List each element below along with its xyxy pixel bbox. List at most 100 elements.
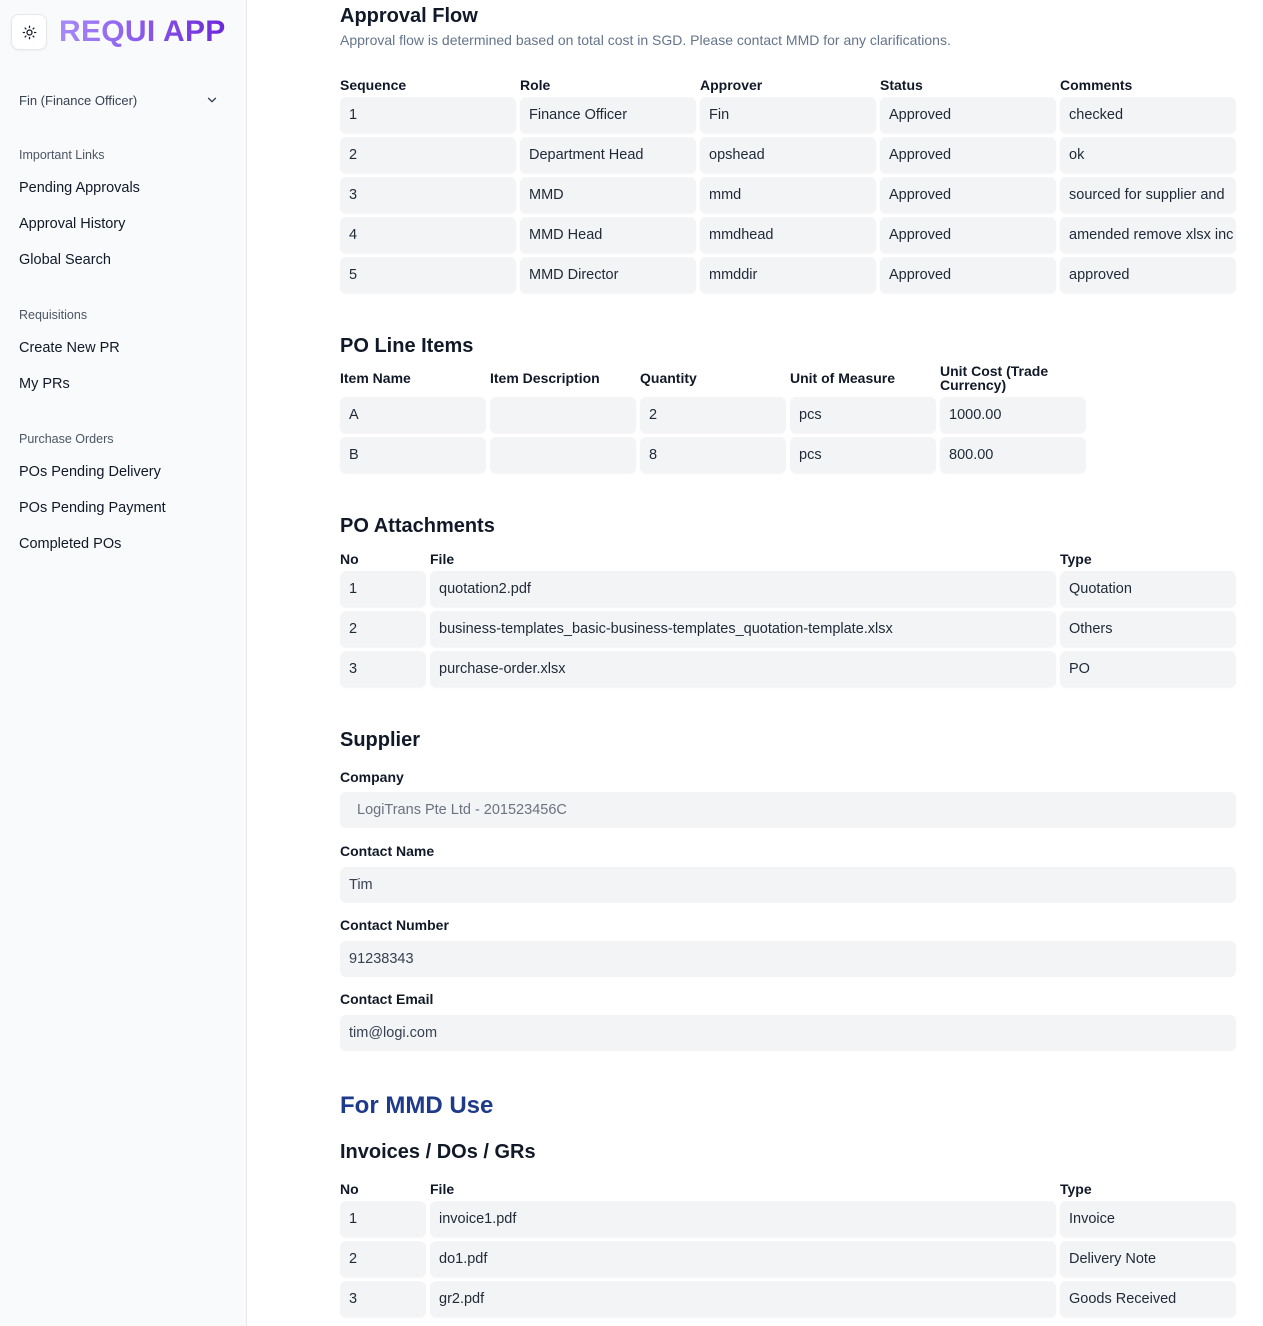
attachment-no-cell: 1 [340, 571, 426, 607]
nav-item-pos-pending-delivery[interactable]: POs Pending Delivery [19, 464, 161, 480]
approval-flow-title: Approval Flow [340, 5, 478, 27]
po-line-items-title: PO Line Items [340, 335, 474, 357]
item-description-cell [490, 437, 636, 473]
attachment-file-link[interactable]: business-templates_basic-business-templa… [430, 611, 1056, 647]
document-type-cell: Delivery Note [1060, 1241, 1236, 1277]
document-file-link[interactable]: invoice1.pdf [430, 1201, 1056, 1237]
nav-heading-purchase-orders: Purchase Orders [19, 432, 114, 446]
nav-item-completed-pos[interactable]: Completed POs [19, 536, 121, 552]
approval-approver-cell: mmddir [700, 257, 876, 293]
col-approver: Approver [700, 77, 763, 93]
col-comments: Comments [1060, 77, 1133, 93]
approval-status-cell: Approved [880, 257, 1056, 293]
sun-icon [22, 25, 36, 39]
col-item-name: Item Name [340, 370, 411, 386]
col-status: Status [880, 77, 923, 93]
approval-comment-cell: amended remove xlsx inc [1060, 217, 1236, 253]
approval-status-cell: Approved [880, 137, 1056, 173]
attachment-file-link[interactable]: quotation2.pdf [430, 571, 1056, 607]
col-quantity: Quantity [640, 370, 697, 386]
attachment-file-link[interactable]: purchase-order.xlsx [430, 651, 1056, 687]
approval-comment-cell: ok [1060, 137, 1236, 173]
approval-sequence-cell: 1 [340, 97, 516, 133]
invoices-dos-grs-title: Invoices / DOs / GRs [340, 1141, 536, 1163]
supplier-title: Supplier [340, 729, 421, 751]
user-role-label: Fin (Finance Officer) [19, 92, 138, 108]
user-role-select[interactable]: Fin (Finance Officer) [19, 90, 219, 110]
company-label: Company [340, 769, 404, 785]
nav-heading-requisitions: Requisitions [19, 308, 88, 322]
approval-sequence-cell: 3 [340, 177, 516, 213]
approval-status-cell: Approved [880, 217, 1056, 253]
attachment-no-cell: 2 [340, 611, 426, 647]
item-unit-cost-cell: 800.00 [940, 437, 1086, 473]
approval-comment-cell: sourced for supplier and [1060, 177, 1236, 213]
item-unit-cost-cell: 1000.00 [940, 397, 1086, 433]
item-name-cell: B [340, 437, 486, 473]
chevron-down-icon [207, 97, 217, 103]
brand: REQUI APP [11, 14, 226, 50]
approval-sequence-cell: 5 [340, 257, 516, 293]
contact-email-label: Contact Email [340, 991, 434, 1007]
document-file-link[interactable]: gr2.pdf [430, 1281, 1056, 1317]
approval-role-cell: MMD [520, 177, 696, 213]
company-select[interactable]: LogiTrans Pte Ltd - 201523456C [340, 792, 1236, 828]
col-role: Role [520, 77, 551, 93]
attachment-type-cell: Quotation [1060, 571, 1236, 607]
document-type-cell: Invoice [1060, 1201, 1236, 1237]
approval-flow-subtitle: Approval flow is determined based on tot… [340, 32, 951, 48]
col-no: No [340, 1181, 359, 1197]
item-description-cell [490, 397, 636, 433]
approval-role-cell: MMD Director [520, 257, 696, 293]
approval-comment-cell: approved [1060, 257, 1236, 293]
contact-email-field[interactable]: tim@logi.com [340, 1015, 1236, 1051]
nav-item-create-new-pr[interactable]: Create New PR [19, 340, 120, 356]
document-type-cell: Goods Received [1060, 1281, 1236, 1317]
contact-name-field[interactable]: Tim [340, 867, 1236, 903]
app-title: REQUI APP [59, 15, 226, 48]
nav-item-my-prs[interactable]: My PRs [19, 376, 70, 392]
for-mmd-use-title: For MMD Use [340, 1092, 494, 1119]
col-item-description: Item Description [490, 370, 600, 386]
col-no: No [340, 551, 359, 567]
document-no-cell: 2 [340, 1241, 426, 1277]
contact-number-label: Contact Number [340, 917, 449, 933]
approval-approver-cell: mmdhead [700, 217, 876, 253]
nav-heading-important: Important Links [19, 148, 105, 162]
col-unit-cost: Unit Cost (Trade Currency) [940, 363, 1049, 393]
approval-status-cell: Approved [880, 97, 1056, 133]
approval-status-cell: Approved [880, 177, 1056, 213]
document-file-link[interactable]: do1.pdf [430, 1241, 1056, 1277]
nav-item-pending-approvals[interactable]: Pending Approvals [19, 180, 140, 196]
item-quantity-cell: 2 [640, 397, 786, 433]
item-quantity-cell: 8 [640, 437, 786, 473]
nav-item-approval-history[interactable]: Approval History [19, 216, 125, 232]
contact-number-field[interactable]: 91238343 [340, 941, 1236, 977]
item-uom-cell: pcs [790, 437, 936, 473]
nav-item-pos-pending-payment[interactable]: POs Pending Payment [19, 500, 166, 516]
item-name-cell: A [340, 397, 486, 433]
approval-approver-cell: Fin [700, 97, 876, 133]
attachment-type-cell: Others [1060, 611, 1236, 647]
attachment-no-cell: 3 [340, 651, 426, 687]
item-uom-cell: pcs [790, 397, 936, 433]
contact-name-label: Contact Name [340, 843, 435, 859]
col-file: File [430, 1181, 455, 1197]
theme-toggle-button[interactable] [11, 14, 47, 50]
approval-role-cell: Finance Officer [520, 97, 696, 133]
approval-comment-cell: checked [1060, 97, 1236, 133]
document-no-cell: 1 [340, 1201, 426, 1237]
approval-approver-cell: mmd [700, 177, 876, 213]
approval-role-cell: MMD Head [520, 217, 696, 253]
po-attachments-title: PO Attachments [340, 515, 495, 537]
approval-approver-cell: opshead [700, 137, 876, 173]
approval-sequence-cell: 4 [340, 217, 516, 253]
sidebar: REQUI APP Fin (Finance Officer) Importan… [0, 0, 247, 1326]
approval-role-cell: Department Head [520, 137, 696, 173]
attachment-type-cell: PO [1060, 651, 1236, 687]
col-file: File [430, 551, 455, 567]
nav-item-global-search[interactable]: Global Search [19, 252, 111, 268]
approval-sequence-cell: 2 [340, 137, 516, 173]
document-no-cell: 3 [340, 1281, 426, 1317]
col-sequence: Sequence [340, 77, 407, 93]
